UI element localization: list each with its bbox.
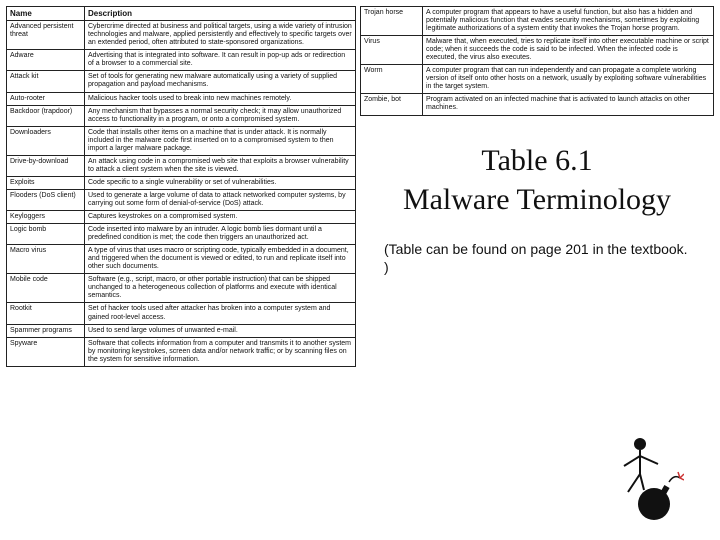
table-row: Spammer programsUsed to send large volum… <box>7 324 356 337</box>
terminology-table-left: Name Description Advanced persistent thr… <box>6 6 356 367</box>
term-desc: Software (e.g., script, macro, or other … <box>85 274 356 303</box>
table-row: KeyloggersCaptures keystrokes on a compr… <box>7 211 356 224</box>
hacker-bomb-icon <box>614 434 684 524</box>
terminology-table-right: Trojan horseA computer program that appe… <box>360 6 714 116</box>
term-name: Attack kit <box>7 71 85 92</box>
term-desc: Set of hacker tools used after attacker … <box>85 303 356 324</box>
term-desc: Used to generate a large volume of data … <box>85 189 356 210</box>
term-desc: Malicious hacker tools used to break int… <box>85 92 356 105</box>
term-name: Worm <box>361 65 423 94</box>
term-name: Zombie, bot <box>361 94 423 115</box>
term-desc: Captures keystrokes on a compromised sys… <box>85 211 356 224</box>
term-name: Keyloggers <box>7 211 85 224</box>
term-desc: Used to send large volumes of unwanted e… <box>85 324 356 337</box>
term-name: Rootkit <box>7 303 85 324</box>
term-name: Virus <box>361 36 423 65</box>
term-name: Drive-by-download <box>7 155 85 176</box>
term-desc: Cybercrime directed at business and poli… <box>85 21 356 50</box>
table-row: Logic bombCode inserted into malware by … <box>7 224 356 245</box>
caption-subtitle: Malware Terminology <box>370 183 704 216</box>
term-desc: A computer program that appears to have … <box>423 7 714 36</box>
caption-block: Table 6.1 Malware Terminology (Table can… <box>360 128 714 534</box>
term-name: Advanced persistent threat <box>7 21 85 50</box>
caption-note: (Table can be found on page 201 in the t… <box>370 240 704 278</box>
term-desc: Any mechanism that bypasses a normal sec… <box>85 105 356 126</box>
table-row: RootkitSet of hacker tools used after at… <box>7 303 356 324</box>
term-name: Trojan horse <box>361 7 423 36</box>
term-desc: A computer program that can run independ… <box>423 65 714 94</box>
table-row: SpywareSoftware that collects informatio… <box>7 337 356 366</box>
col-desc: Description <box>85 7 356 21</box>
left-table-wrap: Name Description Advanced persistent thr… <box>6 6 356 534</box>
table-row: AdwareAdvertising that is integrated int… <box>7 50 356 71</box>
term-name: Exploits <box>7 176 85 189</box>
term-name: Logic bomb <box>7 224 85 245</box>
table-row: Flooders (DoS client)Used to generate a … <box>7 189 356 210</box>
term-name: Spyware <box>7 337 85 366</box>
term-name: Flooders (DoS client) <box>7 189 85 210</box>
slide: Name Description Advanced persistent thr… <box>0 0 720 540</box>
term-desc: Advertising that is integrated into soft… <box>85 50 356 71</box>
table-row: Backdoor (trapdoor)Any mechanism that by… <box>7 105 356 126</box>
col-name: Name <box>7 7 85 21</box>
table-header-row: Name Description <box>7 7 356 21</box>
term-desc: Code specific to a single vulnerability … <box>85 176 356 189</box>
table-row: VirusMalware that, when executed, tries … <box>361 36 714 65</box>
term-desc: An attack using code in a compromised we… <box>85 155 356 176</box>
term-name: Adware <box>7 50 85 71</box>
caption-title: Table 6.1 <box>370 144 704 177</box>
table-row: Auto-rooterMalicious hacker tools used t… <box>7 92 356 105</box>
table-row: Trojan horseA computer program that appe… <box>361 7 714 36</box>
term-desc: Code inserted into malware by an intrude… <box>85 224 356 245</box>
table-row: Macro virusA type of virus that uses mac… <box>7 245 356 274</box>
term-desc: Set of tools for generating new malware … <box>85 71 356 92</box>
term-name: Downloaders <box>7 126 85 155</box>
term-name: Backdoor (trapdoor) <box>7 105 85 126</box>
table-row: Mobile codeSoftware (e.g., script, macro… <box>7 274 356 303</box>
term-desc: Software that collects information from … <box>85 337 356 366</box>
term-desc: Code that installs other items on a mach… <box>85 126 356 155</box>
table-row: DownloadersCode that installs other item… <box>7 126 356 155</box>
term-desc: Program activated on an infected machine… <box>423 94 714 115</box>
term-desc: A type of virus that uses macro or scrip… <box>85 245 356 274</box>
table-row: Zombie, botProgram activated on an infec… <box>361 94 714 115</box>
table-row: Drive-by-downloadAn attack using code in… <box>7 155 356 176</box>
term-name: Macro virus <box>7 245 85 274</box>
term-desc: Malware that, when executed, tries to re… <box>423 36 714 65</box>
table-row: ExploitsCode specific to a single vulner… <box>7 176 356 189</box>
table-row: WormA computer program that can run inde… <box>361 65 714 94</box>
term-name: Spammer programs <box>7 324 85 337</box>
table-row: Advanced persistent threatCybercrime dir… <box>7 21 356 50</box>
term-name: Mobile code <box>7 274 85 303</box>
right-column: Trojan horseA computer program that appe… <box>360 6 714 534</box>
table-row: Attack kitSet of tools for generating ne… <box>7 71 356 92</box>
term-name: Auto-rooter <box>7 92 85 105</box>
